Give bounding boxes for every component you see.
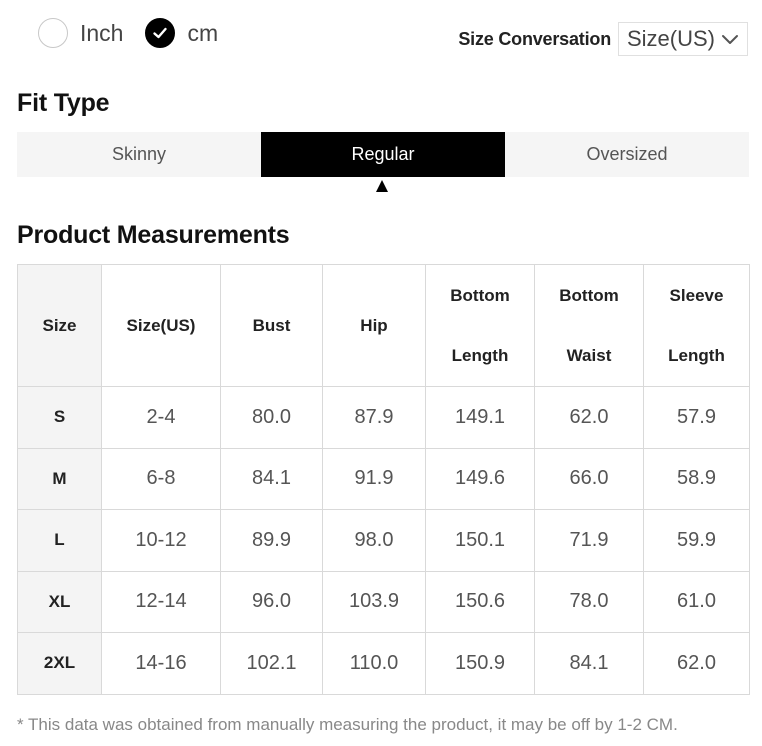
- cell-bottom-waist: 78.0: [534, 570, 644, 633]
- cell-bust: 96.0: [220, 570, 323, 633]
- cell-bottom-waist: 71.9: [534, 509, 644, 572]
- header-hip: Hip: [322, 264, 426, 387]
- cell-bust: 102.1: [220, 632, 323, 695]
- cell-size: M: [17, 447, 102, 510]
- cell-sleeve-length: 58.9: [643, 447, 750, 510]
- fit-tab-skinny[interactable]: Skinny: [17, 132, 261, 177]
- cell-hip: 91.9: [322, 447, 426, 510]
- fit-tab-oversized[interactable]: Oversized: [505, 132, 749, 177]
- table-row: S 2-4 80.0 87.9 149.1 62.0 57.9: [17, 386, 750, 449]
- cell-size: L: [17, 509, 102, 572]
- header-size: Size: [17, 264, 102, 387]
- cell-size-us: 10-12: [101, 509, 221, 572]
- cell-bottom-length: 150.9: [425, 632, 535, 695]
- table-row: XL 12-14 96.0 103.9 150.6 78.0 61.0: [17, 570, 750, 633]
- unit-option-inch[interactable]: Inch: [38, 18, 123, 48]
- header-bust: Bust: [220, 264, 323, 387]
- header-bottom-waist: Bottom Waist: [534, 264, 644, 387]
- measurements-table: Size Size(US) Bust Hip Bottom Length Bott…: [17, 264, 750, 695]
- cell-size: S: [17, 386, 102, 449]
- unit-option-cm[interactable]: cm: [145, 18, 218, 48]
- cell-bottom-waist: 66.0: [534, 447, 644, 510]
- cell-bottom-length: 149.6: [425, 447, 535, 510]
- cell-size-us: 12-14: [101, 570, 221, 633]
- cell-sleeve-length: 57.9: [643, 386, 750, 449]
- table-row: L 10-12 89.9 98.0 150.1 71.9 59.9: [17, 509, 750, 572]
- cell-size: XL: [17, 570, 102, 633]
- cell-bottom-length: 149.1: [425, 386, 535, 449]
- size-conversation-select[interactable]: Size(US): [618, 22, 748, 56]
- radio-unchecked-icon[interactable]: [38, 18, 68, 48]
- cell-size-us: 6-8: [101, 447, 221, 510]
- table-row: M 6-8 84.1 91.9 149.6 66.0 58.9: [17, 447, 750, 510]
- fit-tab-regular[interactable]: Regular: [261, 132, 505, 177]
- unit-toggle: Inch cm: [38, 14, 240, 52]
- cell-bust: 84.1: [220, 447, 323, 510]
- unit-label-cm: cm: [187, 19, 219, 46]
- cell-sleeve-length: 59.9: [643, 509, 750, 572]
- cell-bottom-length: 150.1: [425, 509, 535, 572]
- cell-size-us: 14-16: [101, 632, 221, 695]
- cell-bottom-waist: 84.1: [534, 632, 644, 695]
- cell-hip: 98.0: [322, 509, 426, 572]
- cell-bottom-length: 150.6: [425, 570, 535, 633]
- chevron-down-icon: [722, 35, 738, 44]
- unit-label-inch: Inch: [80, 19, 124, 46]
- cell-bottom-waist: 62.0: [534, 386, 644, 449]
- product-measurements-title: Product Measurements: [17, 221, 290, 249]
- fit-type-tabs: Skinny Regular Oversized: [17, 132, 749, 177]
- table-row: 2XL 14-16 102.1 110.0 150.9 84.1 62.0: [17, 632, 750, 695]
- cell-hip: 103.9: [322, 570, 426, 633]
- header-sleeve-length: Sleeve Length: [643, 264, 750, 387]
- cell-size: 2XL: [17, 632, 102, 695]
- cell-sleeve-length: 62.0: [643, 632, 750, 695]
- cell-bust: 89.9: [220, 509, 323, 572]
- fit-type-title: Fit Type: [17, 89, 110, 117]
- measurement-disclaimer: * This data was obtained from manually m…: [17, 715, 678, 734]
- table-header-row: Size Size(US) Bust Hip Bottom Length Bott…: [17, 264, 750, 387]
- cell-hip: 87.9: [322, 386, 426, 449]
- header-bottom-length: Bottom Length: [425, 264, 535, 387]
- header-size-us: Size(US): [101, 264, 221, 387]
- size-conversation-label: Size Conversation: [458, 28, 611, 49]
- cell-sleeve-length: 61.0: [643, 570, 750, 633]
- cell-size-us: 2-4: [101, 386, 221, 449]
- radio-checked-icon[interactable]: [145, 18, 176, 48]
- size-select-value: Size(US): [627, 26, 716, 51]
- checkmark-icon: [153, 27, 168, 39]
- cell-bust: 80.0: [220, 386, 323, 449]
- active-tab-pointer-icon: [376, 180, 388, 192]
- size-conversation: Size Conversation Size(US): [458, 22, 748, 56]
- cell-hip: 110.0: [322, 632, 426, 695]
